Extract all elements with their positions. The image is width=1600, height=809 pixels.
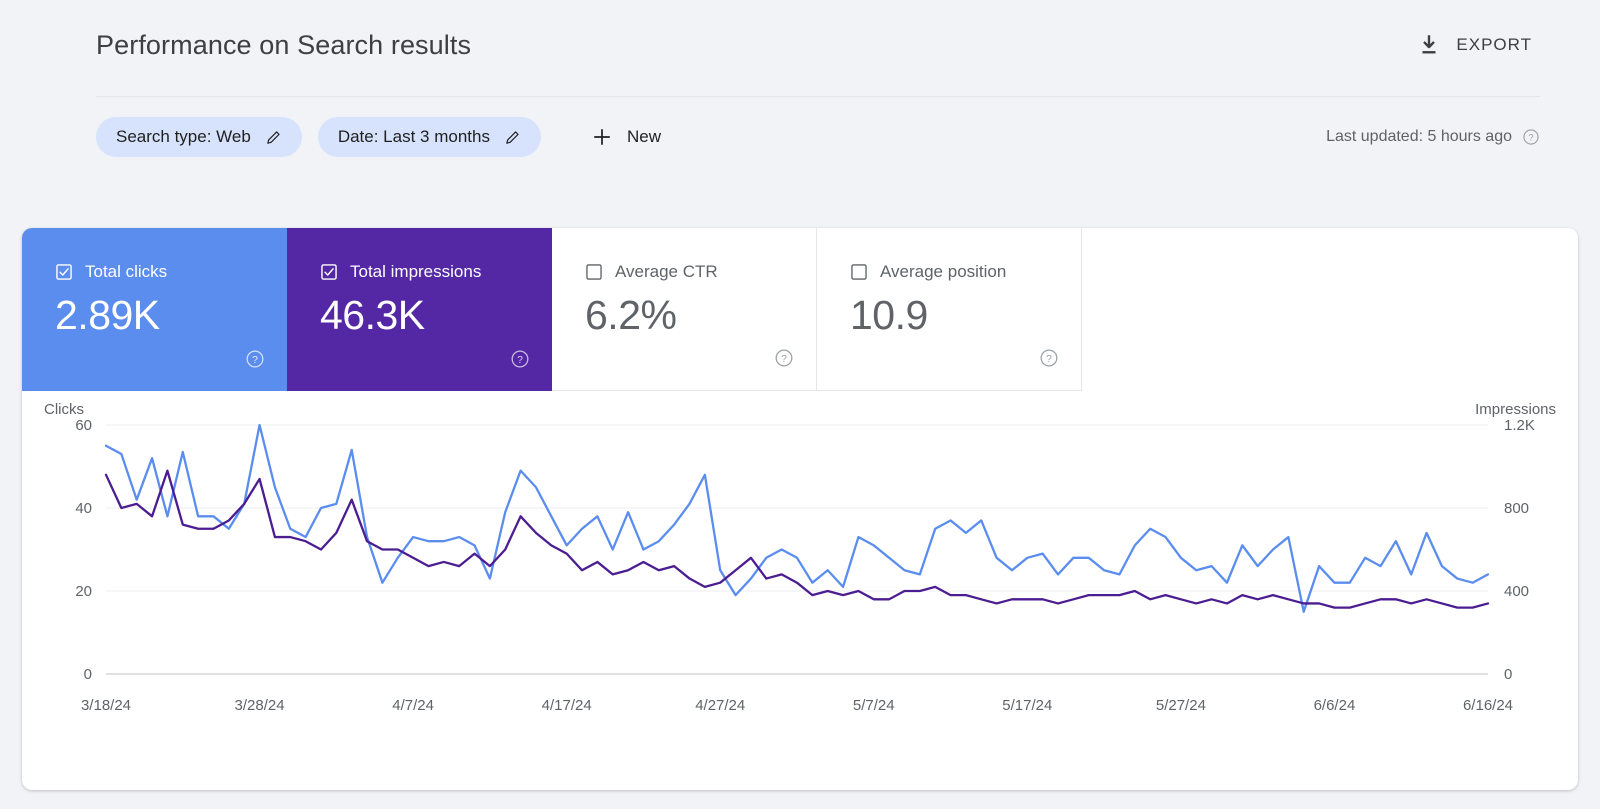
y-axis-left-tick: 20 <box>75 583 92 600</box>
metric-tile-header: Average CTR <box>585 262 816 282</box>
svg-text:?: ? <box>781 354 787 365</box>
metric-tile-value: 6.2% <box>585 292 677 338</box>
svg-text:?: ? <box>1046 354 1052 365</box>
metric-tile-total-clicks[interactable]: Total clicks 2.89K ? <box>22 228 287 391</box>
metric-tile-header: Total clicks <box>55 262 287 282</box>
x-axis-tick: 5/27/24 <box>1156 697 1206 714</box>
help-icon[interactable]: ? <box>1522 128 1540 146</box>
metric-tile-name: Average CTR <box>615 262 718 281</box>
metric-tile-value: 2.89K <box>55 292 160 338</box>
export-label: EXPORT <box>1456 35 1532 54</box>
checkbox-checked-icon[interactable] <box>55 263 73 281</box>
svg-text:?: ? <box>517 355 523 366</box>
performance-chart: Clicks Impressions 0 20 40 60 0 400 800 1.2K 3/1… <box>22 391 1578 790</box>
metric-tile-header: Average position <box>850 262 1081 282</box>
y-axis-right-tick: 1.2K <box>1504 417 1535 434</box>
y-axis-left-tick: 60 <box>75 417 92 434</box>
chart-svg: 0 20 40 60 0 400 800 1.2K 3/18/24 3/28/24 4/7/24 4/… <box>75 417 1535 714</box>
pencil-icon[interactable] <box>504 129 521 146</box>
checkbox-unchecked-icon[interactable] <box>585 263 603 281</box>
add-new-filter-label: New <box>626 127 661 146</box>
metric-tile-name: Average position <box>880 262 1007 281</box>
last-updated: Last updated: 5 hours ago ? <box>1326 128 1540 146</box>
x-axis-tick: 3/28/24 <box>235 697 285 714</box>
help-icon[interactable]: ? <box>245 349 265 369</box>
y-axis-left-tick: 0 <box>84 666 92 683</box>
x-axis-tick: 4/27/24 <box>695 697 745 714</box>
performance-page: Performance on Search results EXPORT Sea… <box>0 0 1600 809</box>
metric-tile-value: 10.9 <box>850 292 928 338</box>
plus-icon <box>591 126 613 148</box>
checkbox-checked-icon[interactable] <box>320 263 338 281</box>
download-icon <box>1416 32 1442 58</box>
y-axis-right-tick: 0 <box>1504 666 1512 683</box>
x-axis-tick: 6/16/24 <box>1463 697 1513 714</box>
y-axis-right-tick: 400 <box>1504 583 1529 600</box>
x-axis-tick: 6/6/24 <box>1314 697 1356 714</box>
add-new-filter-button[interactable]: New <box>581 120 671 154</box>
chart-series-line <box>104 469 1490 609</box>
x-axis-tick: 4/17/24 <box>542 697 592 714</box>
page-title: Performance on Search results <box>96 29 472 60</box>
filter-chip-date[interactable]: Date: Last 3 months <box>317 117 541 157</box>
help-icon[interactable]: ? <box>510 349 530 369</box>
y-axis-left-tick: 40 <box>75 500 92 517</box>
last-updated-label: Last updated: 5 hours ago <box>1326 128 1512 145</box>
svg-text:?: ? <box>252 355 258 366</box>
page-header: Performance on Search results EXPORT <box>96 18 1540 72</box>
filter-chips: Search type: Web Date: Last 3 months New <box>96 117 671 157</box>
filter-chip-search-type-label: Search type: Web <box>116 127 251 146</box>
y-axis-right-tick: 800 <box>1504 500 1529 517</box>
metric-tiles: Total clicks 2.89K ? Total impressions 4… <box>22 228 1098 391</box>
metric-tile-average-position[interactable]: Average position 10.9 ? <box>817 228 1082 391</box>
x-axis-tick: 4/7/24 <box>392 697 434 714</box>
svg-text:?: ? <box>1528 132 1533 142</box>
metric-tile-value: 46.3K <box>320 292 425 338</box>
metric-tile-average-ctr[interactable]: Average CTR 6.2% ? <box>552 228 817 391</box>
metric-tile-name: Total clicks <box>85 262 168 281</box>
filter-chip-date-label: Date: Last 3 months <box>337 127 490 146</box>
metric-tile-header: Total impressions <box>320 262 552 282</box>
filter-chip-search-type[interactable]: Search type: Web <box>96 117 302 157</box>
help-icon[interactable]: ? <box>1039 348 1059 368</box>
performance-card: Total clicks 2.89K ? Total impressions 4… <box>22 228 1578 790</box>
pencil-icon[interactable] <box>265 129 282 146</box>
checkbox-unchecked-icon[interactable] <box>850 263 868 281</box>
metric-tile-name: Total impressions <box>350 262 482 281</box>
filter-bar: Search type: Web Date: Last 3 months New… <box>96 96 1540 177</box>
x-axis-tick: 3/18/24 <box>81 697 131 714</box>
export-button[interactable]: EXPORT <box>1408 26 1540 64</box>
help-icon[interactable]: ? <box>774 348 794 368</box>
x-axis-tick: 5/7/24 <box>853 697 895 714</box>
x-axis-tick: 5/17/24 <box>1002 697 1052 714</box>
metric-tile-total-impressions[interactable]: Total impressions 46.3K ? <box>287 228 552 391</box>
